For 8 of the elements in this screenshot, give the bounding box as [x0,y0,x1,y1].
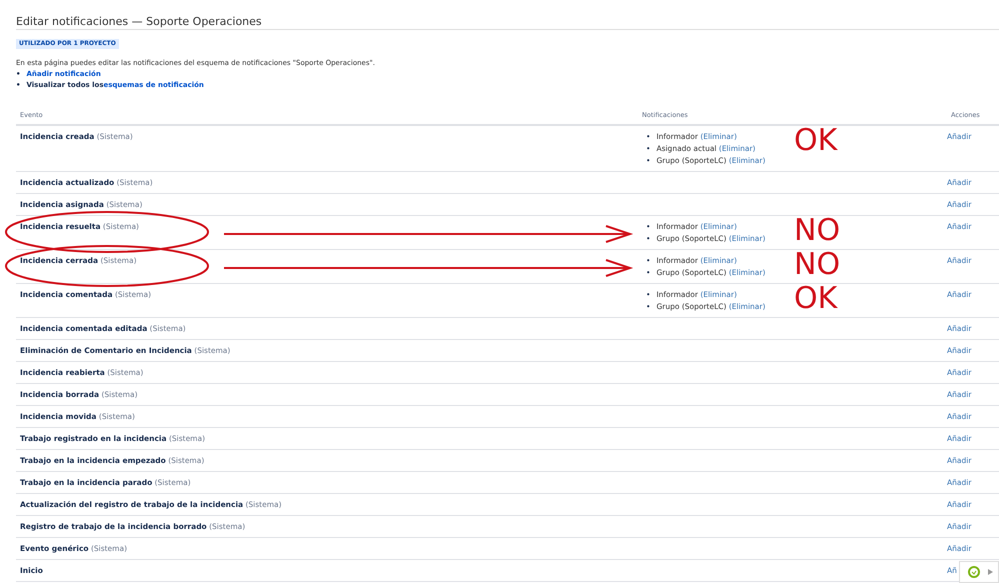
play-icon [988,569,993,575]
page-title: Editar notificaciones — Soporte Operaciones [16,15,999,30]
check-circle-icon [968,566,980,578]
handwritten-note: NO [794,216,840,246]
handwritten-note: OK [794,126,838,156]
handwritten-note: OK [794,284,838,314]
handwritten-note: NO [794,250,840,280]
feedback-widget[interactable] [959,561,999,583]
